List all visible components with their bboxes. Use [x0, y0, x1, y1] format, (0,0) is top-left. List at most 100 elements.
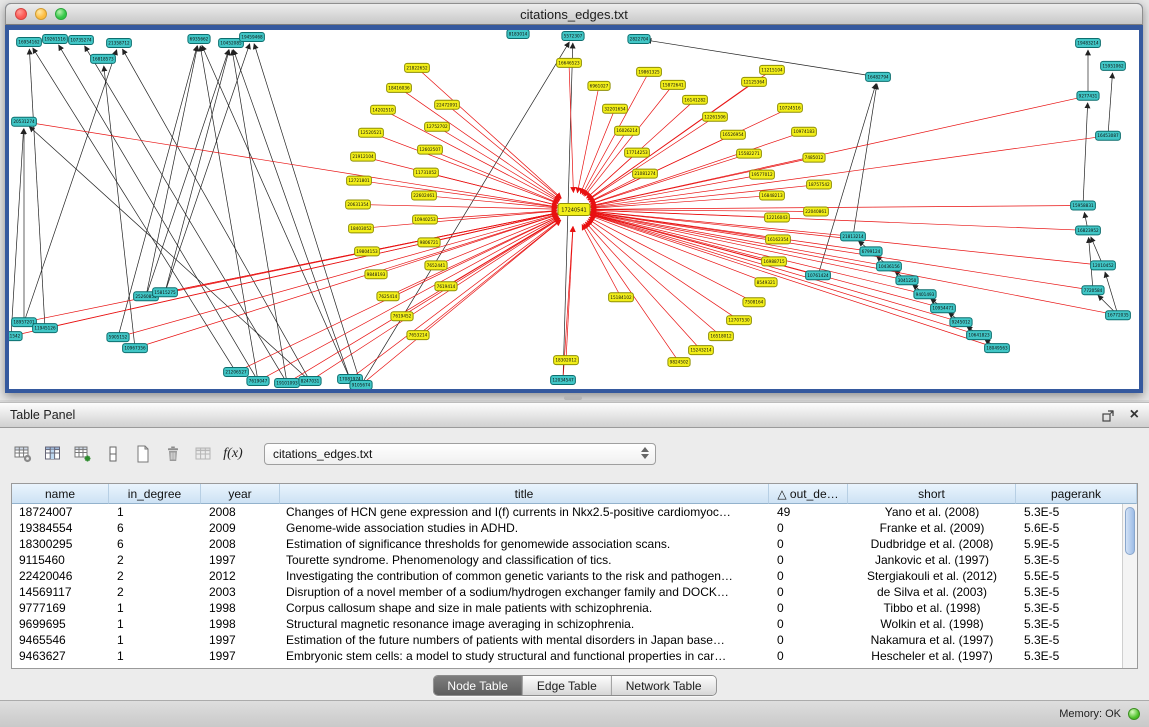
network-node[interactable]: 16482794 — [866, 72, 891, 81]
float-panel-icon[interactable] — [1101, 408, 1116, 423]
network-node[interactable]: 12125364 — [742, 77, 767, 86]
table-row[interactable]: 946362711997Embryonic stem cells: a mode… — [12, 648, 1122, 664]
network-node[interactable]: 11731052 — [414, 168, 439, 177]
network-node[interactable]: 5905152 — [107, 333, 129, 342]
network-node[interactable]: 16453087 — [1096, 131, 1121, 140]
network-node[interactable]: 18416036 — [387, 83, 412, 92]
network-node[interactable]: 10735274 — [69, 35, 94, 44]
network-node[interactable]: 12520521 — [359, 128, 384, 137]
network-node[interactable]: 19861325 — [637, 67, 662, 76]
network-node[interactable]: 7508164 — [743, 298, 765, 307]
network-node[interactable]: 21358712 — [107, 38, 132, 47]
network-node[interactable]: 15951062 — [1101, 61, 1126, 70]
network-node[interactable]: 16818573 — [91, 54, 116, 63]
network-node[interactable]: 9806721 — [418, 238, 440, 247]
network-node[interactable]: 9848193 — [365, 270, 387, 279]
network-node[interactable]: 16772035 — [1106, 311, 1131, 320]
close-window-button[interactable] — [15, 8, 27, 20]
tab-network-table[interactable]: Network Table — [611, 676, 716, 695]
network-node[interactable]: 14202510 — [371, 105, 396, 114]
network-node[interactable]: 15582271 — [737, 149, 762, 158]
network-node[interactable]: 16141282 — [683, 95, 708, 104]
table-row[interactable]: 946554611997Estimation of the future num… — [12, 632, 1122, 648]
network-node[interactable]: 20631354 — [346, 200, 371, 209]
network-node[interactable]: 16988715 — [762, 257, 787, 266]
tab-edge-table[interactable]: Edge Table — [522, 676, 611, 695]
table-row[interactable]: 1938455462009Genome-wide association stu… — [12, 520, 1122, 536]
citation-network-graph[interactable]: 169541621926151610735274 21358712 16818573… — [9, 30, 1139, 389]
zoom-window-button[interactable] — [55, 8, 67, 20]
network-node[interactable]: 19804153 — [355, 247, 380, 256]
network-node[interactable]: 10954471 — [931, 304, 956, 313]
export-table-icon[interactable] — [68, 440, 98, 468]
network-node[interactable]: 15184102 — [609, 293, 634, 302]
delete-table-icon[interactable] — [158, 440, 188, 468]
network-node[interactable]: 10641823 — [967, 331, 992, 340]
network-node[interactable]: 22602461 — [412, 191, 437, 200]
network-node[interactable]: 19261516 — [43, 34, 68, 43]
show-columns-icon[interactable] — [38, 440, 68, 468]
network-node[interactable]: 21822652 — [405, 63, 430, 72]
hub-node[interactable]: 17240541 — [558, 204, 590, 216]
network-node[interactable]: 7619047 — [247, 377, 269, 386]
table-settings-icon[interactable] — [8, 440, 38, 468]
new-table-icon[interactable] — [128, 440, 158, 468]
import-table-icon[interactable] — [188, 440, 218, 468]
network-node[interactable]: 16518012 — [709, 332, 734, 341]
network-node[interactable]: 12034547 — [551, 376, 576, 385]
network-node[interactable]: 9401493 — [914, 290, 936, 299]
network-node[interactable]: 7653214 — [407, 331, 429, 340]
network-node[interactable]: 9105674 — [350, 381, 372, 389]
network-node[interactable]: 5572307 — [562, 31, 584, 40]
network-node[interactable]: 18403052 — [349, 224, 374, 233]
function-builder-icon[interactable]: f(x) — [218, 440, 248, 468]
network-node[interactable]: 12216043 — [765, 213, 790, 222]
network-node[interactable]: 15243214 — [689, 346, 714, 355]
network-node[interactable]: 10974183 — [792, 127, 817, 136]
network-node[interactable]: 12261506 — [703, 112, 728, 121]
column-header-short[interactable]: short — [848, 484, 1016, 504]
network-node[interactable]: 11215104 — [760, 65, 785, 74]
network-node[interactable]: 9245012 — [950, 318, 972, 327]
network-node[interactable]: 19577012 — [750, 170, 775, 179]
table-row[interactable]: 1830029562008Estimation of significance … — [12, 536, 1122, 552]
table-row[interactable]: 969969511998Structural magnetic resonanc… — [12, 616, 1122, 632]
network-node[interactable]: 21912104 — [351, 152, 376, 161]
network-canvas[interactable]: 169541621926151610735274 21358712 16818573… — [9, 30, 1139, 389]
network-node[interactable]: 7619452 — [391, 312, 413, 321]
network-node[interactable]: 9911542 — [9, 332, 22, 341]
network-node[interactable]: 9277431 — [1077, 91, 1099, 100]
table-row[interactable]: 1456911722003Disruption of a novel membe… — [12, 584, 1122, 600]
network-node[interactable]: 8549321 — [755, 278, 777, 287]
network-node[interactable]: 16848213 — [760, 191, 785, 200]
network-node[interactable]: 9824502 — [668, 358, 690, 367]
network-node[interactable]: 7625414 — [377, 292, 399, 301]
table-row[interactable]: 1872400712008Changes of HCN gene express… — [12, 504, 1122, 520]
network-node[interactable]: 22040861 — [804, 207, 829, 216]
network-node[interactable]: 16026214 — [615, 126, 640, 135]
close-panel-icon[interactable]: × — [1130, 408, 1139, 422]
table-selector-dropdown[interactable]: citations_edges.txt — [264, 443, 656, 465]
minimize-window-button[interactable] — [35, 8, 47, 20]
network-node[interactable]: 16646523 — [557, 58, 582, 67]
column-header-out_de[interactable]: △ out_de… — [769, 484, 848, 504]
network-node[interactable]: 18049563 — [985, 344, 1010, 353]
network-node[interactable]: 8247031 — [299, 377, 321, 386]
network-node[interactable]: 17714253 — [625, 148, 650, 157]
column-header-name[interactable]: name — [12, 484, 109, 504]
table-row[interactable]: 977716911998Corpus callosum shape and si… — [12, 600, 1122, 616]
network-node[interactable]: 6961027 — [588, 81, 610, 90]
network-node[interactable]: 6799124 — [860, 247, 882, 256]
network-node[interactable]: 16954162 — [17, 37, 42, 46]
network-node[interactable]: 19459468 — [240, 32, 265, 41]
network-node[interactable]: 21081274 — [633, 169, 658, 178]
network-node[interactable]: 6935662 — [188, 34, 210, 43]
network-node[interactable]: 15815275 — [153, 288, 178, 297]
network-node[interactable]: 7720584 — [1082, 286, 1104, 295]
network-node[interactable]: 10940253 — [413, 215, 438, 224]
network-node[interactable]: 2822704 — [628, 34, 650, 43]
network-node[interactable]: 12752702 — [425, 122, 450, 131]
table-row[interactable]: 2242004622012Investigating the contribut… — [12, 568, 1122, 584]
column-header-in_degree[interactable]: in_degree — [109, 484, 201, 504]
network-node[interactable]: 21206527 — [224, 368, 249, 377]
